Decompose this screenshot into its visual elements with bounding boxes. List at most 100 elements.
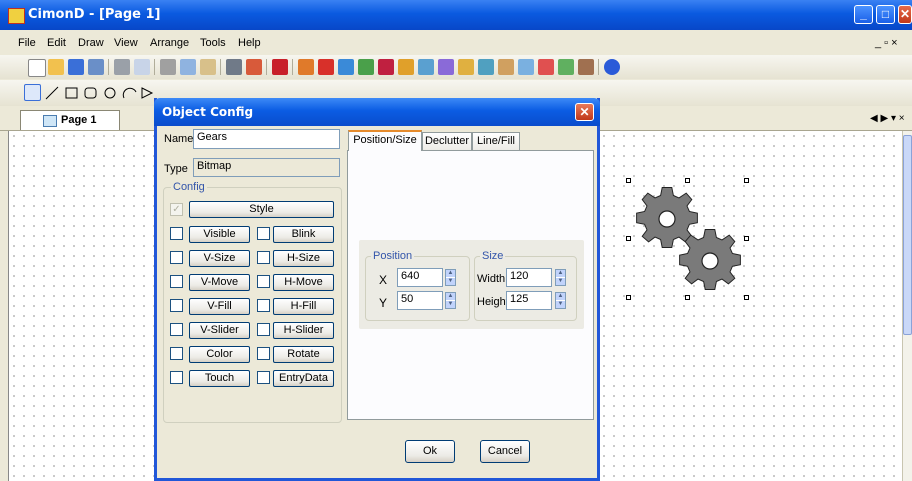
window-icon[interactable]	[338, 59, 354, 75]
recipe-icon[interactable]	[578, 59, 594, 75]
width-spinner[interactable]: ▲ ▼	[555, 269, 566, 286]
save-icon[interactable]	[68, 59, 84, 75]
h-size-button[interactable]: H-Size	[273, 250, 334, 267]
vertical-scrollbar[interactable]	[902, 131, 912, 481]
open-folder-icon[interactable]	[48, 59, 64, 75]
cancel-button[interactable]: Cancel	[480, 440, 530, 463]
v-move-checkbox[interactable]	[170, 275, 183, 288]
find-icon[interactable]	[226, 59, 242, 75]
resize-handle[interactable]	[744, 295, 749, 300]
tool-icon[interactable]	[272, 59, 288, 75]
h-slider-button[interactable]: H-Slider	[273, 322, 334, 339]
copy-icon[interactable]	[180, 59, 196, 75]
close-button[interactable]: ✕	[898, 5, 912, 24]
color-checkbox[interactable]	[170, 347, 183, 360]
tab-line-fill[interactable]: Line/Fill	[472, 132, 520, 150]
resize-handle[interactable]	[744, 236, 749, 241]
replace-icon[interactable]	[246, 59, 262, 75]
user-icon[interactable]	[398, 59, 414, 75]
resize-handle[interactable]	[685, 178, 690, 183]
dialog-close-button[interactable]: ✕	[575, 103, 594, 121]
name-field[interactable]: Gears	[193, 129, 340, 149]
tab-navigation[interactable]: ◀ ▶ ▾ ×	[870, 113, 905, 124]
dialog-title: Object Config	[162, 105, 254, 119]
users-icon[interactable]	[418, 59, 434, 75]
resize-handle[interactable]	[685, 295, 690, 300]
tab-page-1[interactable]: Page 1	[20, 110, 120, 130]
menu-draw[interactable]: Draw	[78, 37, 104, 49]
gears-bitmap[interactable]	[627, 177, 747, 302]
paste-icon[interactable]	[200, 59, 216, 75]
visible-checkbox[interactable]	[170, 227, 183, 240]
resize-handle[interactable]	[744, 178, 749, 183]
resize-handle[interactable]	[626, 178, 631, 183]
shape-tools[interactable]	[44, 84, 154, 102]
tag-icon[interactable]	[298, 59, 314, 75]
entrydata-checkbox[interactable]	[257, 371, 270, 384]
select-pointer-icon[interactable]	[24, 84, 41, 101]
y-spinner[interactable]: ▲ ▼	[445, 292, 456, 309]
print-icon[interactable]	[114, 59, 130, 75]
v-size-button[interactable]: V-Size	[189, 250, 250, 267]
style-button[interactable]: Style	[189, 201, 334, 218]
x-spinner[interactable]: ▲ ▼	[445, 269, 456, 286]
save-all-icon[interactable]	[88, 59, 104, 75]
y-field[interactable]: 50	[397, 291, 443, 310]
touch-button[interactable]: Touch	[189, 370, 250, 387]
h-size-checkbox[interactable]	[257, 251, 270, 264]
h-fill-checkbox[interactable]	[257, 299, 270, 312]
trend-icon[interactable]	[558, 59, 574, 75]
tab-position-size[interactable]: Position/Size	[348, 130, 422, 151]
rotate-checkbox[interactable]	[257, 347, 270, 360]
mdi-controls[interactable]: _ ▫ ×	[875, 37, 898, 49]
v-fill-button[interactable]: V-Fill	[189, 298, 250, 315]
h-move-button[interactable]: H-Move	[273, 274, 334, 291]
height-spinner[interactable]: ▲ ▼	[555, 292, 566, 309]
h-fill-button[interactable]: H-Fill	[273, 298, 334, 315]
resize-handle[interactable]	[626, 295, 631, 300]
rectangle-tool-icon	[65, 87, 78, 99]
chart-icon[interactable]	[358, 59, 374, 75]
width-field[interactable]: 120	[506, 268, 552, 287]
database-icon[interactable]	[478, 59, 494, 75]
h-move-checkbox[interactable]	[257, 275, 270, 288]
menu-tools[interactable]: Tools	[200, 37, 226, 49]
new-file-icon[interactable]	[28, 59, 46, 77]
menu-file[interactable]: File	[18, 37, 36, 49]
touch-checkbox[interactable]	[170, 371, 183, 384]
v-slider-button[interactable]: V-Slider	[189, 322, 250, 339]
height-field[interactable]: 125	[506, 291, 552, 310]
x-field[interactable]: 640	[397, 268, 443, 287]
rotate-button[interactable]: Rotate	[273, 346, 334, 363]
cut-icon[interactable]	[160, 59, 176, 75]
ok-button[interactable]: Ok	[405, 440, 455, 463]
h-slider-checkbox[interactable]	[257, 323, 270, 336]
menu-edit[interactable]: Edit	[47, 37, 66, 49]
v-fill-checkbox[interactable]	[170, 299, 183, 312]
star-icon[interactable]	[458, 59, 474, 75]
v-slider-checkbox[interactable]	[170, 323, 183, 336]
v-move-button[interactable]: V-Move	[189, 274, 250, 291]
blink-button[interactable]: Blink	[273, 226, 334, 243]
menu-view[interactable]: View	[114, 37, 138, 49]
resize-handle[interactable]	[626, 236, 631, 241]
alarm-icon[interactable]	[538, 59, 554, 75]
link-icon[interactable]	[438, 59, 454, 75]
maximize-button[interactable]: □	[876, 5, 895, 24]
blink-checkbox[interactable]	[257, 227, 270, 240]
bar-icon[interactable]	[378, 59, 394, 75]
visible-button[interactable]: Visible	[189, 226, 250, 243]
color-button[interactable]: Color	[189, 346, 250, 363]
report-icon[interactable]	[518, 59, 534, 75]
script-icon[interactable]	[498, 59, 514, 75]
menu-help[interactable]: Help	[238, 37, 261, 49]
pencil-icon[interactable]	[318, 59, 334, 75]
menu-arrange[interactable]: Arrange	[150, 37, 189, 49]
entrydata-button[interactable]: EntryData	[273, 370, 334, 387]
minimize-button[interactable]: _	[854, 5, 873, 24]
print-preview-icon[interactable]	[134, 59, 150, 75]
tab-declutter[interactable]: Declutter	[422, 132, 472, 150]
help-icon[interactable]	[604, 59, 620, 75]
v-size-checkbox[interactable]	[170, 251, 183, 264]
scrollbar-thumb[interactable]	[903, 135, 912, 335]
